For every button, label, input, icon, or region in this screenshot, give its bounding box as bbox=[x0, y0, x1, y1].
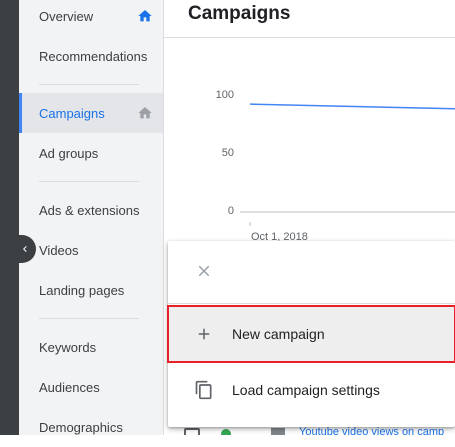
close-popup-button[interactable] bbox=[192, 259, 216, 283]
sidebar-divider bbox=[39, 181, 139, 182]
new-campaign-label: New campaign bbox=[232, 326, 325, 342]
new-campaign-menu-item[interactable]: New campaign bbox=[167, 305, 455, 363]
row-checkbox[interactable] bbox=[184, 428, 200, 435]
load-campaign-settings-label: Load campaign settings bbox=[232, 382, 380, 398]
sidebar-item-recommendations[interactable]: Recommendations bbox=[19, 36, 163, 76]
popup-divider bbox=[168, 303, 455, 304]
sidebar-item-label: Campaigns bbox=[39, 105, 105, 121]
sidebar-item-audiences[interactable]: Audiences bbox=[19, 367, 163, 407]
sidebar-item-keywords[interactable]: Keywords bbox=[19, 327, 163, 367]
video-thumbnail-icon bbox=[271, 428, 285, 435]
load-campaign-settings-menu-item[interactable]: Load campaign settings bbox=[168, 362, 455, 418]
copy-icon bbox=[192, 378, 216, 402]
chart-plot bbox=[240, 103, 455, 226]
sidebar-item-ad-groups[interactable]: Ad groups bbox=[19, 133, 163, 173]
sidebar-item-campaigns[interactable]: Campaigns bbox=[19, 93, 163, 133]
sidebar-item-videos[interactable]: Videos bbox=[19, 230, 163, 270]
close-icon bbox=[198, 265, 210, 277]
sidebar-item-label: Ad groups bbox=[39, 145, 99, 161]
sidebar-divider bbox=[39, 318, 139, 319]
status-dot-icon bbox=[221, 429, 231, 435]
sidebar-item-label: Ads & extensions bbox=[39, 202, 140, 218]
sidebar-item-landing-pages[interactable]: Landing pages bbox=[19, 270, 163, 310]
sidebar-divider bbox=[39, 84, 139, 85]
series-line bbox=[249, 103, 455, 110]
sidebar-item-label: Audiences bbox=[39, 379, 100, 395]
sidebar-item-label: Videos bbox=[39, 242, 79, 258]
sidebar-item-label: Overview bbox=[39, 8, 94, 24]
page-header: Campaigns bbox=[164, 0, 455, 38]
sidebar-item-label: Keywords bbox=[39, 339, 97, 355]
sidebar-item-ads-extensions[interactable]: Ads & extensions bbox=[19, 190, 163, 230]
chevron-left-icon bbox=[23, 246, 27, 252]
campaign-table-row: Youtube video views on camp bbox=[164, 427, 455, 435]
sidebar-item-label: Demographics bbox=[39, 419, 123, 435]
performance-chart: 100 50 0 Oct 1, 2018 bbox=[164, 38, 455, 248]
home-icon bbox=[138, 107, 152, 119]
app-left-strip bbox=[0, 0, 19, 435]
home-icon bbox=[138, 10, 152, 22]
create-campaign-popup: New campaign Load campaign settings bbox=[167, 241, 455, 427]
campaign-name-link[interactable]: Youtube video views on camp bbox=[299, 427, 444, 435]
plus-icon bbox=[192, 322, 216, 346]
page-title: Campaigns bbox=[188, 3, 291, 24]
sidebar-nav: Overview Recommendations Campaigns Ad gr… bbox=[19, 0, 164, 435]
sidebar-item-label: Recommendations bbox=[39, 48, 148, 64]
sidebar-item-label: Landing pages bbox=[39, 282, 125, 298]
sidebar-item-demographics[interactable]: Demographics bbox=[19, 407, 163, 447]
sidebar-item-overview[interactable]: Overview bbox=[19, 0, 163, 36]
